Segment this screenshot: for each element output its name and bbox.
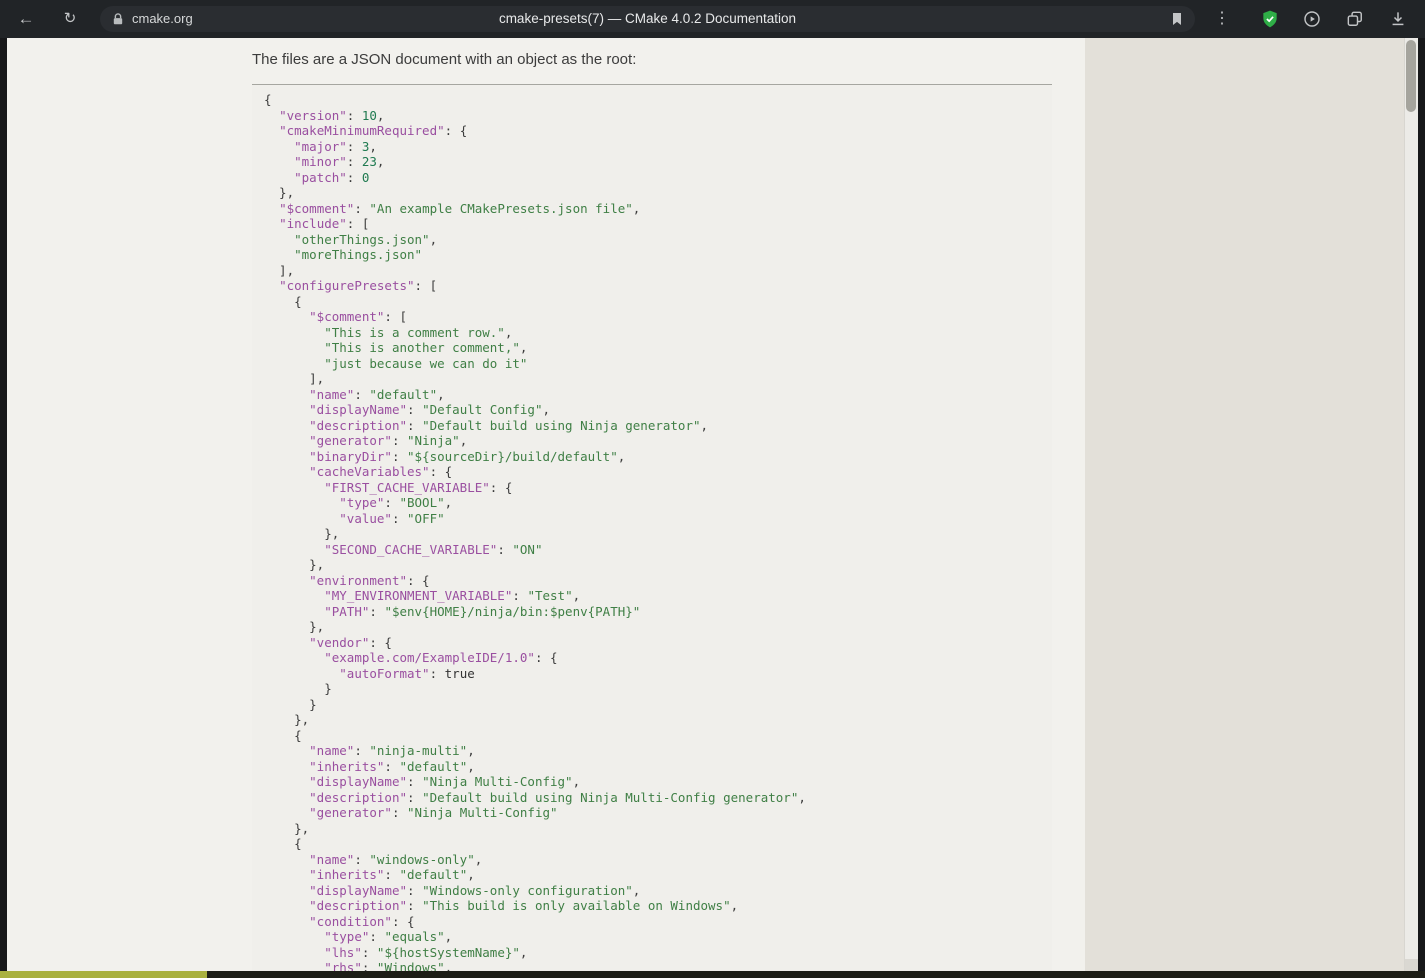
code-line: "displayName": "Ninja Multi-Config", — [309, 774, 581, 789]
code-line: } — [264, 681, 332, 696]
code-line: { — [264, 727, 302, 743]
code-line: "binaryDir": "${sourceDir}/build/default… — [309, 448, 626, 464]
code-line: "description": "Default build using Ninj… — [309, 417, 709, 433]
code-line: "inherits": "default", — [309, 758, 475, 774]
code-line: "moreThings.json" — [294, 247, 423, 262]
code-line: "lhs": "${hostSystemName}", — [324, 944, 528, 960]
code-block: { "version": 10, "cmakeMinimumRequired":… — [252, 84, 1052, 971]
tabs-icon — [1347, 11, 1362, 26]
code-line: "inherits": "default", — [309, 867, 475, 882]
media-extension-button[interactable] — [1300, 7, 1324, 31]
kebab-icon: ⋮ — [1214, 10, 1230, 27]
browser-toolbar: ← ↻ cmake.org cmake-presets(7) — CMake 4… — [0, 0, 1425, 38]
code-line: "name": "ninja-multi", — [309, 743, 475, 758]
code-line: "configurePresets": [ — [279, 278, 438, 293]
tabs-extension-button[interactable] — [1343, 7, 1367, 31]
intro-text: The files are a JSON document with an ob… — [252, 51, 637, 68]
reload-icon: ↻ — [63, 10, 77, 27]
page-content: The files are a JSON document with an ob… — [7, 38, 1418, 971]
code-line: "rhs": "Windows", — [324, 960, 453, 971]
code-line: { — [264, 836, 302, 851]
reload-button[interactable]: ↻ — [58, 7, 82, 31]
code-line: "vendor": { — [309, 634, 392, 650]
code-line: }, — [264, 619, 325, 634]
page-title: cmake-presets(7) — CMake 4.0.2 Documenta… — [498, 11, 797, 26]
url-text: cmake.org — [132, 11, 193, 26]
code-line: "environment": { — [309, 572, 430, 588]
shield-check-icon — [1263, 10, 1277, 28]
bookmark-button[interactable] — [1167, 9, 1187, 29]
code-line: "example.com/ExampleIDE/1.0": { — [324, 650, 558, 665]
code-line: "description": "Default build using Ninj… — [309, 789, 806, 805]
menu-button[interactable]: ⋮ — [1210, 7, 1234, 31]
code-line: "major": 3, — [294, 138, 377, 154]
scrollbar[interactable] — [1404, 38, 1418, 971]
code-line: "generator": "Ninja", — [309, 433, 468, 448]
window-bottom-edge — [0, 971, 1425, 978]
code-line: "This is another comment,", — [324, 340, 528, 355]
code-line: ], — [264, 371, 325, 386]
code-line: { — [264, 92, 272, 107]
code-line: "$comment": [ — [309, 309, 407, 324]
code-line: "displayName": "Windows-only configurati… — [309, 882, 641, 898]
code-line: "include": [ — [279, 216, 370, 231]
document-body: The files are a JSON document with an ob… — [7, 38, 1405, 971]
code-line: "type": "equals", — [324, 929, 453, 944]
code-line: "displayName": "Default Config", — [309, 402, 551, 417]
code-line: "PATH": "$env{HOME}/ninja/bin:$penv{PATH… — [324, 603, 641, 619]
download-button[interactable] — [1386, 7, 1410, 31]
progress-indicator — [0, 971, 207, 978]
code-line: "autoFormat": true — [339, 665, 475, 681]
lock-icon — [111, 12, 125, 26]
download-icon — [1392, 12, 1404, 26]
code-line: "cacheVariables": { — [309, 464, 453, 479]
code-line: }, — [264, 185, 295, 200]
code-line: "SECOND_CACHE_VARIABLE": "ON" — [324, 541, 543, 557]
code-line: "generator": "Ninja Multi-Config" — [309, 805, 558, 820]
bookmark-icon — [1173, 13, 1181, 25]
code-line: "just because we can do it" — [324, 355, 528, 371]
code-line: "This is a comment row.", — [324, 324, 513, 340]
code-line: }, — [264, 712, 310, 727]
address-bar[interactable]: cmake.org cmake-presets(7) — CMake 4.0.2… — [100, 6, 1195, 32]
code-line: "type": "BOOL", — [339, 495, 453, 510]
code-line: "minor": 23, — [294, 154, 385, 169]
code-line: { — [264, 293, 302, 309]
code-line: }, — [264, 820, 310, 836]
code-line: "patch": 0 — [294, 169, 370, 185]
code-line: "description": "This build is only avail… — [309, 898, 739, 913]
code-line: ], — [264, 262, 295, 278]
code-line: "condition": { — [309, 913, 415, 929]
scrollbar-down-button[interactable] — [1405, 959, 1418, 971]
code-line: "$comment": "An example CMakePresets.jso… — [279, 200, 641, 216]
code-line: "MY_ENVIRONMENT_VARIABLE": "Test", — [324, 588, 581, 603]
back-button[interactable]: ← — [14, 7, 38, 31]
back-icon: ← — [17, 9, 35, 28]
code-line: }, — [264, 526, 340, 541]
code-line: } — [264, 696, 317, 712]
code-line: }, — [264, 557, 325, 572]
code-line: "FIRST_CACHE_VARIABLE": { — [324, 479, 513, 495]
code-line: "value": "OFF" — [339, 510, 445, 526]
play-circle-icon — [1304, 11, 1320, 27]
code-line: "otherThings.json", — [294, 231, 438, 247]
scrollbar-thumb[interactable] — [1406, 40, 1416, 112]
adblock-extension-button[interactable] — [1258, 7, 1282, 31]
code-line: "version": 10, — [279, 107, 385, 123]
code-line: "name": "default", — [309, 386, 445, 402]
code-line: "cmakeMinimumRequired": { — [279, 123, 468, 138]
code-line: "name": "windows-only", — [309, 851, 483, 867]
